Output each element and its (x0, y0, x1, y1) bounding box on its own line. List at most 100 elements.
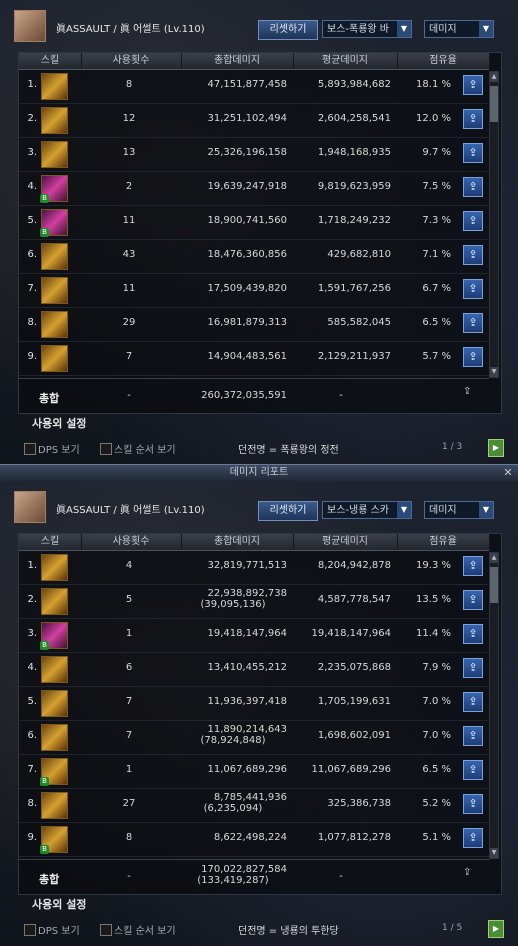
settings-button[interactable]: 사용외 설정 (18, 414, 112, 434)
total-damage: 32,819,771,513 (179, 560, 287, 571)
use-count: 29 (122, 317, 136, 328)
chevron-down-icon[interactable]: ▼ (479, 502, 493, 518)
share-icon[interactable]: ⇪ (463, 313, 483, 333)
average-damage: 429,682,810 (327, 249, 391, 260)
total-damage-value: 22,938,892,738 (207, 588, 287, 599)
share-icon[interactable]: ⇪ (463, 386, 471, 397)
use-count: 13 (122, 147, 136, 158)
share-icon[interactable]: ⇪ (463, 279, 483, 299)
dungeon-name: 던전명 = 냉룡의 투한당 (238, 926, 339, 937)
share-icon[interactable]: ⇪ (463, 867, 471, 878)
average-damage: 585,582,045 (327, 317, 391, 328)
use-count: 4 (125, 560, 133, 571)
skill-icon (41, 311, 68, 338)
skill-badge: B (40, 845, 49, 854)
skill-icon (41, 73, 68, 100)
dungeon-name: 던전명 = 폭룡왕의 정전 (238, 445, 339, 456)
share-icon[interactable]: ⇪ (463, 245, 483, 265)
metric-select[interactable]: 데미지 ▼ (424, 20, 494, 38)
scroll-up-icon[interactable]: ▲ (490, 553, 498, 563)
scroll-thumb[interactable] (490, 86, 498, 122)
table-row: 6. 43 18,476,360,856 429,682,810 7.1 % ⇪ (19, 240, 489, 274)
share-rate: 6.7 % (422, 283, 451, 294)
skill-order-checkbox[interactable] (100, 924, 112, 936)
chevron-down-icon[interactable]: ▼ (397, 502, 411, 518)
scroll-up-icon[interactable]: ▲ (490, 72, 498, 82)
total-damage: 47,151,877,458 (179, 79, 287, 90)
share-icon[interactable]: ⇪ (463, 177, 483, 197)
scroll-down-icon[interactable]: ▼ (490, 367, 498, 377)
chevron-down-icon[interactable]: ▼ (397, 21, 411, 37)
summary-total: 260,372,035,591 (179, 390, 287, 401)
dps-checkbox[interactable] (24, 443, 36, 455)
use-count: 7 (125, 730, 133, 741)
total-damage-value: 11,067,689,296 (207, 764, 287, 775)
total-damage: 11,936,397,418 (179, 696, 287, 707)
table-row: 8. 27 8,785,441,936 (6,235,094) 325,386,738 5… (19, 789, 489, 823)
metric-select-value: 데미지 (429, 505, 457, 516)
summary-count: - (127, 871, 131, 882)
use-count: 11 (122, 215, 136, 226)
share-icon[interactable]: ⇪ (463, 828, 483, 848)
next-page-icon[interactable]: ▶ (488, 920, 504, 938)
chevron-down-icon[interactable]: ▼ (479, 21, 493, 37)
share-icon[interactable]: ⇪ (463, 760, 483, 780)
rank-number: 8. (27, 798, 37, 809)
share-icon[interactable]: ⇪ (463, 794, 483, 814)
boss-select[interactable]: 보스-냉룡 스카 ▼ (322, 501, 412, 519)
reset-button[interactable]: 리셋하기 (258, 501, 318, 521)
use-count: 27 (122, 798, 136, 809)
total-damage-value: 19,418,147,964 (207, 628, 287, 639)
share-icon[interactable]: ⇪ (463, 658, 483, 678)
report-header: 眞ASSAULT / 眞 어썰트 (Lv.110) 리셋하기 보스-폭룡왕 바 ▼ 데미… (12, 8, 508, 42)
share-icon[interactable]: ⇪ (463, 347, 483, 367)
summary-average: - (339, 871, 343, 882)
rank-number: 6. (27, 249, 37, 260)
share-icon[interactable]: ⇪ (463, 624, 483, 644)
share-icon[interactable]: ⇪ (463, 556, 483, 576)
average-damage: 4,587,778,547 (317, 594, 391, 605)
skill-icon: B (40, 175, 68, 203)
settings-button[interactable]: 사용외 설정 (18, 895, 112, 915)
column-header: 평균데미지 (293, 534, 398, 550)
share-icon[interactable]: ⇪ (463, 75, 483, 95)
scrollbar[interactable]: ▲ ▼ (489, 552, 499, 859)
skill-icon (41, 141, 68, 168)
skill-badge: B (40, 228, 49, 237)
table-row: 2. 5 22,938,892,738 (39,095,136) 4,587,778,5… (19, 585, 489, 619)
scroll-thumb[interactable] (490, 567, 498, 603)
next-page-icon[interactable]: ▶ (488, 439, 504, 457)
rank-number: 8. (27, 317, 37, 328)
rank-number: 5. (27, 215, 37, 226)
scroll-down-icon[interactable]: ▼ (490, 848, 498, 858)
share-icon[interactable]: ⇪ (463, 726, 483, 746)
total-damage-value: 32,819,771,513 (207, 560, 287, 571)
share-icon[interactable]: ⇪ (463, 109, 483, 129)
total-damage-value: 19,639,247,918 (207, 181, 287, 192)
share-icon[interactable]: ⇪ (463, 692, 483, 712)
average-damage: 1,698,602,091 (317, 730, 391, 741)
skill-badge: B (40, 641, 49, 650)
share-icon[interactable]: ⇪ (463, 143, 483, 163)
rank-number: 1. (27, 79, 37, 90)
share-rate: 19.3 % (416, 560, 451, 571)
metric-select[interactable]: 데미지 ▼ (424, 501, 494, 519)
skill-icon (41, 243, 68, 270)
dps-checkbox[interactable] (24, 924, 36, 936)
reset-button[interactable]: 리셋하기 (258, 20, 318, 40)
share-rate: 13.5 % (416, 594, 451, 605)
total-damage: 16,981,879,313 (179, 317, 287, 328)
skill-icon (41, 345, 68, 372)
boss-select[interactable]: 보스-폭룡왕 바 ▼ (322, 20, 412, 38)
total-damage-value: 18,900,741,560 (207, 215, 287, 226)
scrollbar[interactable]: ▲ ▼ (489, 71, 499, 378)
bottom-bar: DPS 보기 스킬 순서 보기 던전명 = 폭룡왕의 정전 1 / 3 ▶ (18, 438, 506, 460)
close-icon[interactable]: ✕ (502, 465, 514, 481)
use-count: 6 (125, 662, 133, 673)
skill-order-checkbox[interactable] (100, 443, 112, 455)
share-icon[interactable]: ⇪ (463, 590, 483, 610)
share-rate: 6.5 % (422, 317, 451, 328)
rank-number: 6. (27, 730, 37, 741)
average-damage: 1,948,168,935 (317, 147, 391, 158)
share-icon[interactable]: ⇪ (463, 211, 483, 231)
